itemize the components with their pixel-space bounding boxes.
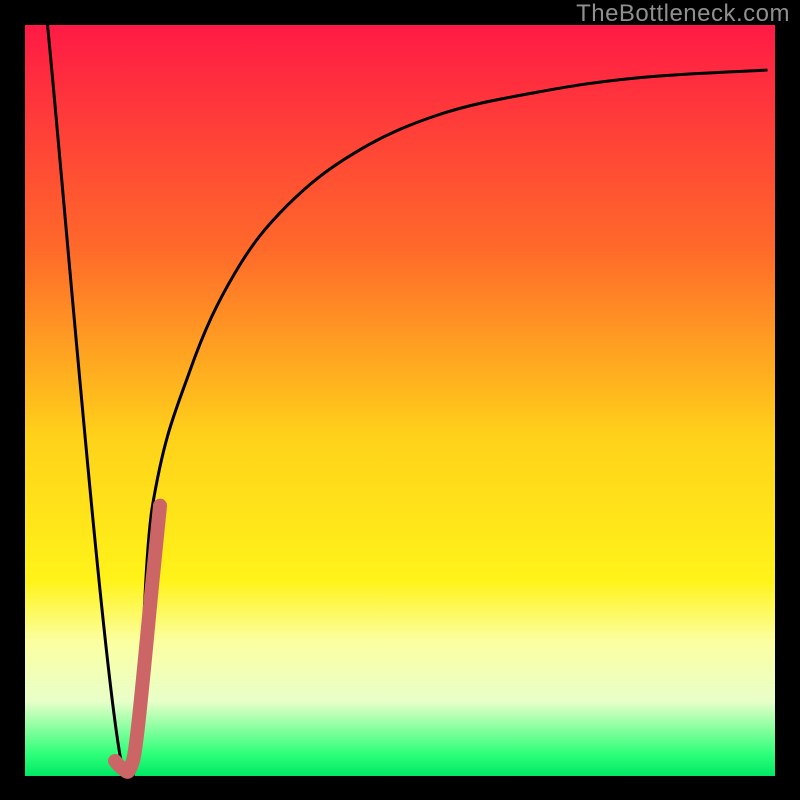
chart-svg [0,0,800,800]
chart-frame: TheBottleneck.com [0,0,800,800]
watermark-text: TheBottleneck.com [576,0,790,28]
